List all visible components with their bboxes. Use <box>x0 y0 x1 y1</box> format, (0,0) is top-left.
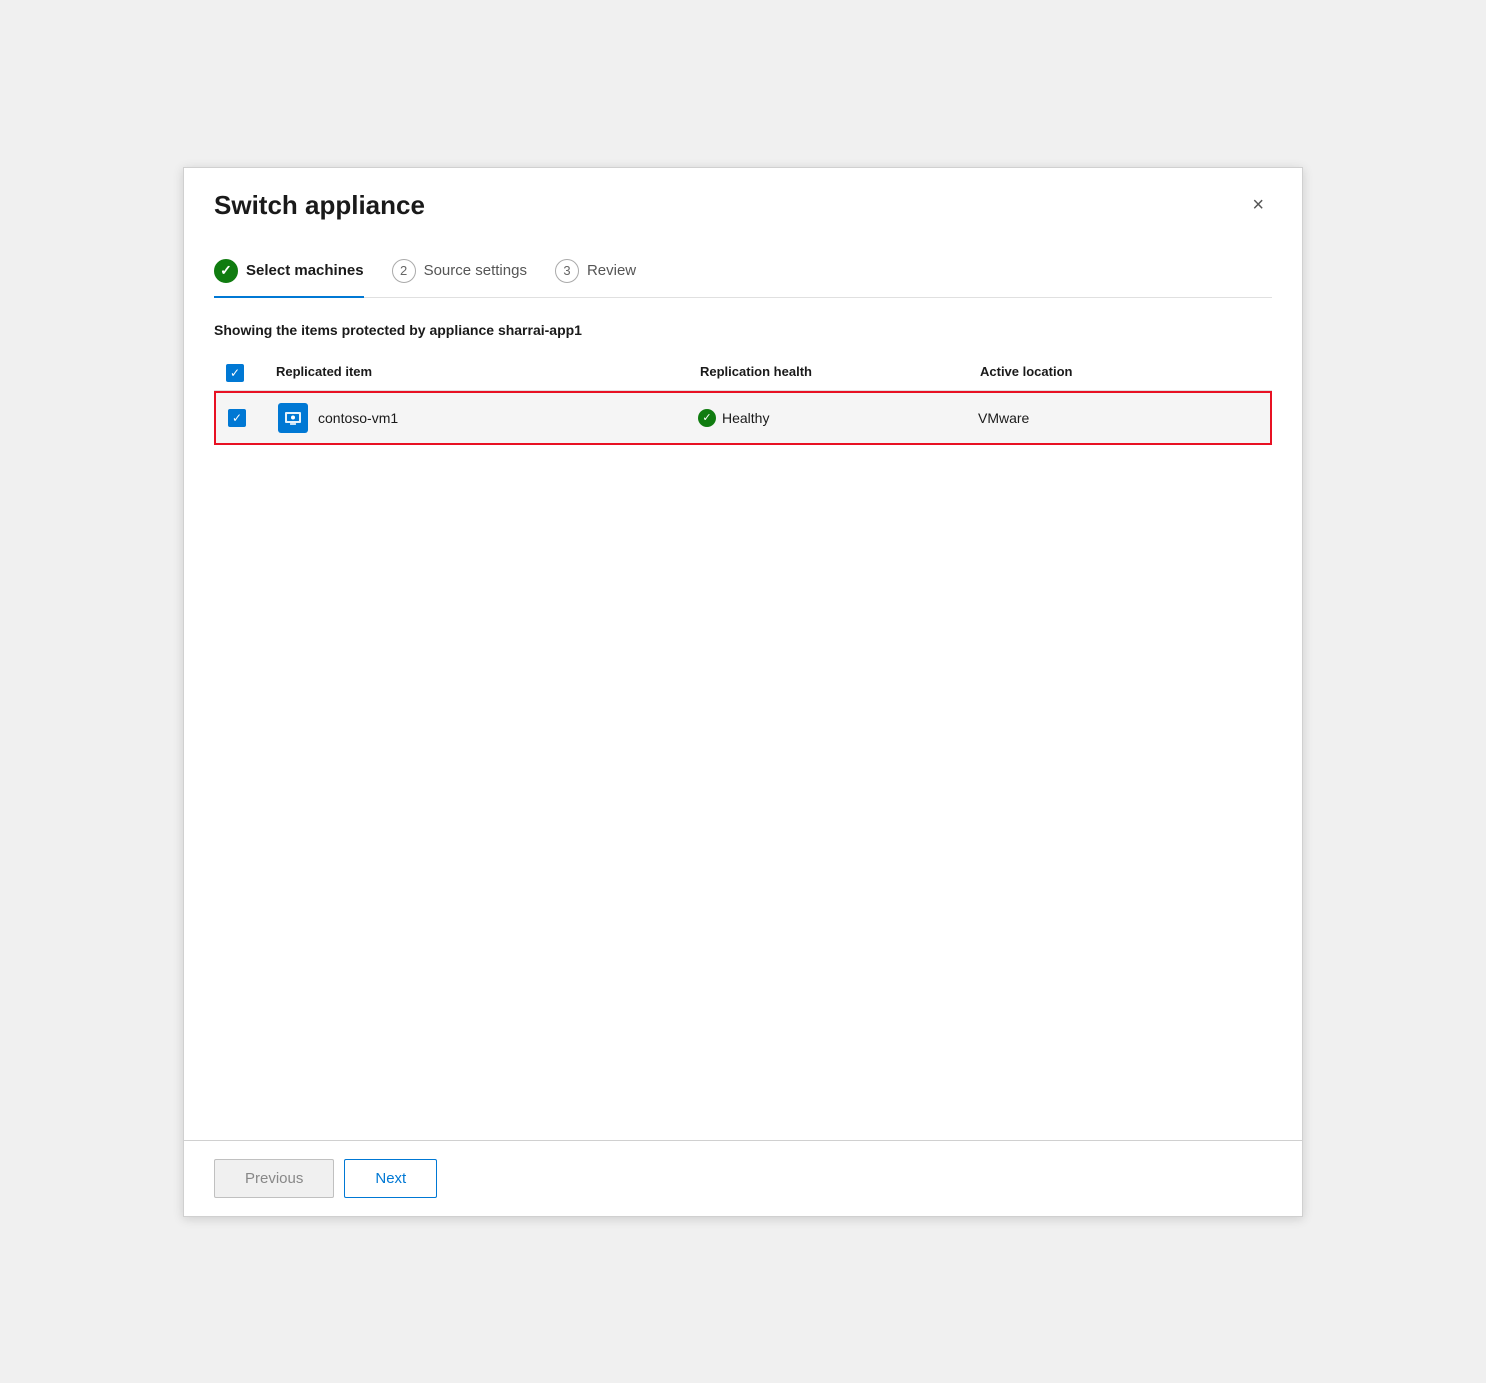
dialog-footer: Previous Next <box>184 1140 1302 1216</box>
step-select-machines[interactable]: ✓ Select machines <box>214 259 364 297</box>
step-review[interactable]: 3 Review <box>555 259 636 297</box>
step-source-settings[interactable]: 2 Source settings <box>392 259 527 297</box>
previous-button[interactable]: Previous <box>214 1159 334 1198</box>
table-subtitle: Showing the items protected by appliance… <box>214 322 1272 338</box>
health-status: Healthy <box>722 410 769 426</box>
step-1-circle: ✓ <box>214 259 238 283</box>
col-header-active-location: Active location <box>980 364 1260 382</box>
health-check-icon: ✓ <box>698 409 716 427</box>
switch-appliance-dialog: Switch appliance × ✓ Select machines 2 S… <box>183 167 1303 1217</box>
row-checkbox[interactable]: ✓ <box>228 409 246 427</box>
vm-icon <box>278 403 308 433</box>
close-button[interactable]: × <box>1244 191 1272 219</box>
step-2-label: Source settings <box>424 262 527 279</box>
next-button[interactable]: Next <box>344 1159 437 1198</box>
step-2-circle: 2 <box>392 259 416 283</box>
vm-name: contoso-vm1 <box>318 410 398 426</box>
location-cell: VMware <box>978 410 1258 426</box>
dialog-body: ✓ Select machines 2 Source settings 3 Re… <box>184 239 1302 1140</box>
header-checkbox-cell[interactable]: ✓ <box>226 364 276 382</box>
machines-table: ✓ Replicated item Replication health Act… <box>214 356 1272 445</box>
col-header-replicated-item: Replicated item <box>276 364 700 382</box>
row-checkbox-cell[interactable]: ✓ <box>228 409 278 427</box>
step-3-circle: 3 <box>555 259 579 283</box>
dialog-header: Switch appliance × <box>184 168 1302 239</box>
steps-nav: ✓ Select machines 2 Source settings 3 Re… <box>214 259 1272 298</box>
table-row[interactable]: ✓ contoso-vm1 ✓ Healthy <box>214 391 1272 445</box>
dialog-title: Switch appliance <box>214 190 425 221</box>
step-3-label: Review <box>587 262 636 279</box>
col-header-replication-health: Replication health <box>700 364 980 382</box>
table-header-row: ✓ Replicated item Replication health Act… <box>214 356 1272 391</box>
health-cell: ✓ Healthy <box>698 409 978 427</box>
step-1-label: Select machines <box>246 262 364 279</box>
vm-cell: contoso-vm1 <box>278 403 698 433</box>
select-all-checkbox[interactable]: ✓ <box>226 364 244 382</box>
